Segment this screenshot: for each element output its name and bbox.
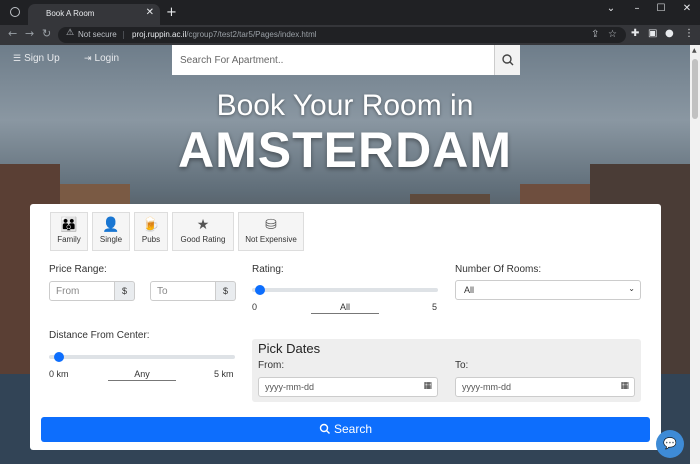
chip-label: Good Rating (180, 235, 226, 244)
profile-icon[interactable]: ● (665, 28, 674, 39)
rooms-select-value: All (464, 285, 475, 295)
maximize-icon[interactable]: ☐ (654, 3, 668, 14)
distance-slider-track[interactable] (49, 355, 235, 359)
scrollbar-thumb[interactable] (692, 59, 698, 119)
bookmark-star-icon[interactable]: ☆ (608, 29, 617, 40)
nav-search-button[interactable] (494, 45, 520, 75)
chevron-down-icon: ⌄ (628, 284, 635, 293)
back-icon[interactable]: ← (8, 27, 17, 40)
stars-icon: ★ (196, 217, 210, 233)
distance-min: 0 km (49, 369, 69, 379)
tab-title: Book A Room (46, 9, 95, 18)
signup-label: Sign Up (24, 53, 60, 64)
date-placeholder: yyyy-mm-dd (462, 382, 511, 392)
hero-subtitle: Book Your Room in (216, 89, 474, 122)
sidepanel-icon[interactable]: ▣ (648, 28, 657, 39)
browser-tab[interactable]: Book A Room ✕ (28, 4, 160, 25)
chip-not-expensive[interactable]: ⛁ Not Expensive (238, 212, 304, 251)
signup-link[interactable]: ☰ Sign Up (13, 53, 60, 64)
rooms-label: Number Of Rooms: (455, 264, 542, 275)
price-from-input[interactable] (49, 281, 115, 301)
date-to-label: To: (455, 360, 469, 371)
distance-slider-thumb[interactable] (54, 352, 64, 362)
top-nav: ☰ Sign Up ⇥ Login (0, 45, 690, 75)
chat-icon: 💬 (663, 437, 677, 450)
date-from-label: From: (258, 360, 285, 371)
browser-tab-bar: Book A Room ✕ + ⌄ – ☐ ✕ (0, 0, 700, 25)
distance-label: Distance From Center: (49, 330, 150, 341)
rating-max: 5 (432, 302, 438, 312)
chip-label: Pubs (141, 235, 161, 244)
login-icon: ⇥ (84, 53, 92, 63)
search-button-label: Search (333, 422, 373, 436)
forward-icon[interactable]: → (25, 27, 34, 40)
coins-icon: ⛁ (265, 217, 277, 233)
pick-dates-title: Pick Dates (258, 341, 321, 356)
rating-value: All (311, 302, 379, 314)
rating-slider-thumb[interactable] (255, 285, 265, 295)
date-placeholder: yyyy-mm-dd (265, 382, 314, 392)
beer-icon: 🍺 (142, 217, 160, 233)
menu-dots-icon[interactable]: ⋮ (684, 28, 694, 39)
currency-addon: $ (216, 281, 236, 301)
reload-icon[interactable]: ↻ (42, 27, 51, 40)
extensions-icon[interactable]: ✚ (631, 28, 639, 39)
url-text[interactable]: proj.ruppin.ac.il/cgroup7/test2/tar5/Pag… (132, 30, 317, 39)
filter-panel: 👪 Family 👤 Single 🍺 Pubs ★ Good Rating ⛁… (30, 204, 661, 450)
calendar-icon[interactable]: ▦ (423, 381, 432, 391)
chevron-down-icon[interactable]: ⌄ (604, 3, 618, 14)
hero-title: AMSTERDAM (178, 122, 512, 178)
search-icon (319, 423, 330, 434)
calendar-icon[interactable]: ▦ (620, 381, 629, 391)
chip-label: Single (99, 235, 123, 244)
scroll-up-icon[interactable]: ▲ (692, 47, 697, 54)
minimize-icon[interactable]: – (630, 3, 644, 14)
close-window-icon[interactable]: ✕ (680, 3, 694, 14)
chip-good-rating[interactable]: ★ Good Rating (172, 212, 234, 251)
login-label: Login (94, 53, 120, 64)
currency-addon: $ (115, 281, 135, 301)
browser-address-bar: ← → ↻ ⚠ Not secure | proj.ruppin.ac.il/c… (0, 25, 700, 45)
share-icon[interactable]: ⇪ (591, 29, 599, 40)
rating-min: 0 (252, 302, 258, 312)
new-tab-icon[interactable]: + (166, 5, 177, 20)
url-path: /cgroup7/test2/tar5/Pages/index.html (186, 30, 317, 39)
tab-close-icon[interactable]: ✕ (146, 7, 154, 18)
price-to-input[interactable] (150, 281, 216, 301)
rating-slider-track[interactable] (252, 288, 438, 292)
family-icon: 👪 (60, 217, 78, 233)
login-link[interactable]: ⇥ Login (84, 53, 119, 64)
distance-value: Any (108, 369, 176, 381)
rooms-select[interactable]: All ⌄ (455, 280, 641, 300)
chat-widget-button[interactable]: 💬 (656, 430, 684, 458)
globe-icon (10, 7, 20, 17)
omnibox[interactable]: ⚠ Not secure | proj.ruppin.ac.il/cgroup7… (58, 27, 626, 43)
pick-dates-section: Pick Dates From: yyyy-mm-dd ▦ To: yyyy-m… (252, 339, 641, 402)
person-icon: 👤 (102, 217, 120, 233)
distance-max: 5 km (214, 369, 234, 379)
signup-icon: ☰ (13, 53, 22, 63)
warning-icon: ⚠ (66, 28, 75, 38)
price-range-label: Price Range: (49, 264, 107, 275)
search-icon (502, 54, 514, 66)
date-to-input[interactable]: yyyy-mm-dd ▦ (455, 377, 635, 397)
search-button[interactable]: Search (41, 417, 650, 442)
page-scrollbar[interactable]: ▲ (690, 45, 700, 464)
page-viewport: ☰Sign Up ⇥Login Book Your Room in AMSTER… (0, 45, 690, 464)
date-from-input[interactable]: yyyy-mm-dd ▦ (258, 377, 438, 397)
chip-family[interactable]: 👪 Family (50, 212, 88, 251)
chip-label: Not Expensive (245, 235, 297, 244)
rating-label: Rating: (252, 264, 284, 275)
url-host: proj.ruppin.ac.il (132, 30, 187, 39)
url-separator: | (122, 30, 125, 39)
chip-single[interactable]: 👤 Single (92, 212, 130, 251)
chip-label: Family (57, 235, 81, 244)
chip-pubs[interactable]: 🍺 Pubs (134, 212, 168, 251)
security-label: Not secure (78, 30, 117, 39)
apartment-search-input[interactable] (172, 45, 494, 75)
